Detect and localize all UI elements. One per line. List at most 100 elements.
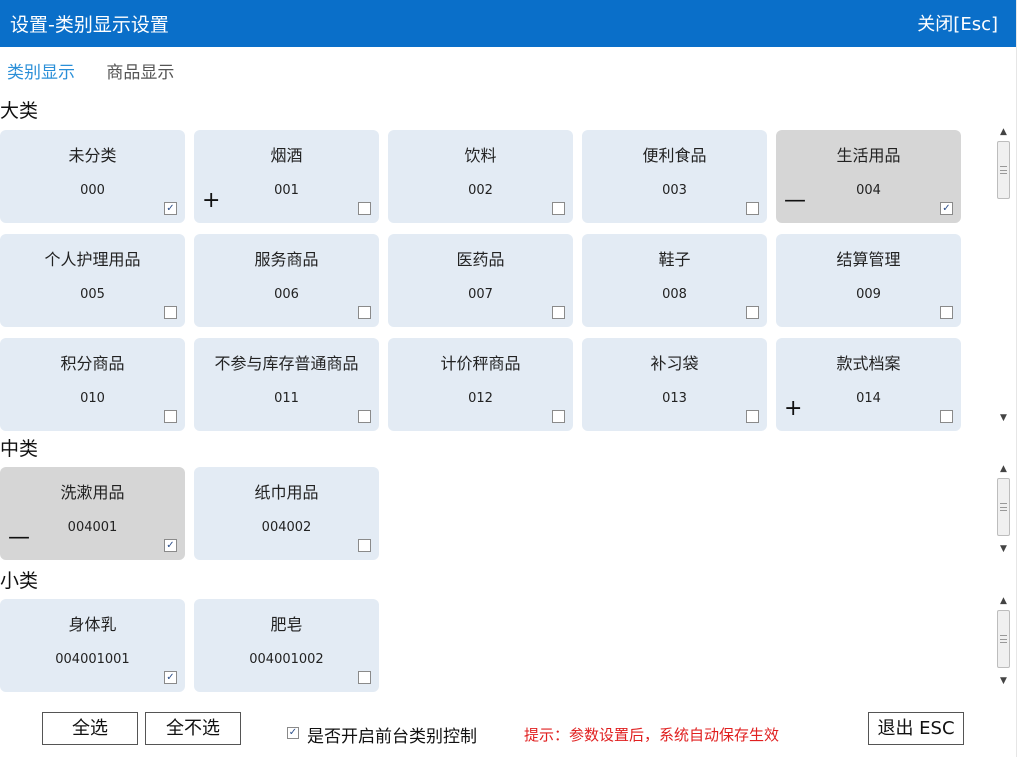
scroll-thumb[interactable] [997, 610, 1010, 668]
tab-bar: 类别显示 商品显示 [7, 58, 200, 83]
category-card[interactable]: 款式档案 014 + [776, 338, 961, 431]
category-code: 002 [468, 183, 493, 198]
select-none-button[interactable]: 全不选 [145, 712, 241, 745]
category-name: 身体乳 [68, 615, 117, 634]
category-checkbox[interactable] [552, 306, 565, 319]
check-icon: ✓ [942, 203, 951, 214]
category-checkbox[interactable] [358, 539, 371, 552]
plus-icon[interactable]: + [784, 398, 802, 420]
category-card[interactable]: 鞋子 008 [582, 234, 767, 327]
category-code: 008 [662, 287, 687, 302]
scroll-thumb[interactable] [997, 141, 1010, 199]
category-checkbox[interactable] [358, 410, 371, 423]
category-name: 鞋子 [658, 250, 691, 269]
category-code: 005 [80, 287, 105, 302]
plus-icon[interactable]: + [202, 190, 220, 212]
category-code: 004001001 [55, 652, 130, 667]
category-card[interactable]: 个人护理用品 005 [0, 234, 185, 327]
category-name: 洗漱用品 [60, 483, 125, 502]
category-card[interactable]: 结算管理 009 [776, 234, 961, 327]
category-name: 未分类 [68, 146, 117, 165]
category-name: 补习袋 [650, 354, 699, 373]
title-bar: 设置-类别显示设置 关闭[Esc] [0, 0, 1016, 47]
category-code: 009 [856, 287, 881, 302]
category-card[interactable]: 身体乳 004001001 ✓ [0, 599, 185, 692]
category-checkbox[interactable] [358, 306, 371, 319]
category-code: 010 [80, 391, 105, 406]
category-card[interactable]: 医药品 007 [388, 234, 573, 327]
section-label-minor: 小类 [0, 570, 39, 592]
triangle-down-icon[interactable]: ▼ [995, 411, 1012, 425]
category-checkbox[interactable] [746, 306, 759, 319]
category-checkbox[interactable]: ✓ [940, 202, 953, 215]
category-card[interactable]: 肥皂 004001002 [194, 599, 379, 692]
category-card[interactable]: 积分商品 010 [0, 338, 185, 431]
check-icon: ✓ [166, 203, 175, 214]
category-checkbox[interactable]: ✓ [164, 671, 177, 684]
category-card[interactable]: 饮料 002 [388, 130, 573, 223]
check-icon: ✓ [166, 672, 175, 683]
category-code: 014 [856, 391, 881, 406]
exit-button[interactable]: 退出 ESC [868, 712, 964, 745]
category-checkbox[interactable] [940, 410, 953, 423]
category-name: 服务商品 [254, 250, 319, 269]
category-checkbox[interactable] [552, 410, 565, 423]
check-icon: ✓ [166, 540, 175, 551]
category-checkbox[interactable] [746, 410, 759, 423]
major-scrollbar[interactable]: ▲ ▼ [995, 125, 1012, 425]
category-code: 001 [274, 183, 299, 198]
section-label-major: 大类 [0, 100, 39, 122]
minor-scrollbar[interactable]: ▲ ▼ [995, 594, 1012, 688]
window-edge [1016, 0, 1023, 757]
category-checkbox[interactable] [358, 671, 371, 684]
scroll-thumb[interactable] [997, 478, 1010, 536]
category-checkbox[interactable]: ✓ [164, 539, 177, 552]
triangle-up-icon[interactable]: ▲ [995, 125, 1012, 139]
category-card[interactable]: 洗漱用品 004001 ✓ — [0, 467, 185, 560]
triangle-down-icon[interactable]: ▼ [995, 542, 1012, 556]
frontend-control-checkbox[interactable]: ✓ [287, 727, 299, 739]
category-card[interactable]: 计价秤商品 012 [388, 338, 573, 431]
tab-category-display[interactable]: 类别显示 [7, 58, 75, 83]
select-all-button[interactable]: 全选 [42, 712, 138, 745]
category-checkbox[interactable] [164, 410, 177, 423]
minus-icon[interactable]: — [784, 190, 806, 212]
category-code: 004001002 [249, 652, 324, 667]
category-checkbox[interactable]: ✓ [164, 202, 177, 215]
minus-icon[interactable]: — [8, 527, 30, 549]
middle-scrollbar[interactable]: ▲ ▼ [995, 462, 1012, 556]
category-card[interactable]: 纸巾用品 004002 [194, 467, 379, 560]
category-code: 003 [662, 183, 687, 198]
category-card[interactable]: 烟酒 001 + [194, 130, 379, 223]
triangle-up-icon[interactable]: ▲ [995, 462, 1012, 476]
triangle-down-icon[interactable]: ▼ [995, 674, 1012, 688]
category-card[interactable]: 补习袋 013 [582, 338, 767, 431]
category-checkbox[interactable] [746, 202, 759, 215]
category-name: 纸巾用品 [254, 483, 319, 502]
category-card[interactable]: 生活用品 004 ✓ — [776, 130, 961, 223]
category-checkbox[interactable] [164, 306, 177, 319]
category-name: 计价秤商品 [440, 354, 521, 373]
category-checkbox[interactable] [358, 202, 371, 215]
category-card[interactable]: 便利食品 003 [582, 130, 767, 223]
category-name: 便利食品 [642, 146, 707, 165]
category-name: 不参与库存普通商品 [214, 354, 359, 373]
frontend-control-label: 是否开启前台类别控制 [307, 727, 477, 747]
category-checkbox[interactable] [552, 202, 565, 215]
category-code: 004002 [261, 520, 312, 535]
category-checkbox[interactable] [940, 306, 953, 319]
section-label-middle: 中类 [0, 438, 39, 460]
category-code: 013 [662, 391, 687, 406]
category-card[interactable]: 不参与库存普通商品 011 [194, 338, 379, 431]
category-name: 个人护理用品 [44, 250, 141, 269]
category-card[interactable]: 服务商品 006 [194, 234, 379, 327]
triangle-up-icon[interactable]: ▲ [995, 594, 1012, 608]
category-code: 007 [468, 287, 493, 302]
category-code: 012 [468, 391, 493, 406]
category-name: 积分商品 [60, 354, 125, 373]
category-name: 医药品 [456, 250, 505, 269]
category-code: 006 [274, 287, 299, 302]
category-card[interactable]: 未分类 000 ✓ [0, 130, 185, 223]
tab-product-display[interactable]: 商品显示 [106, 58, 174, 83]
close-button[interactable]: 关闭[Esc] [917, 10, 998, 36]
